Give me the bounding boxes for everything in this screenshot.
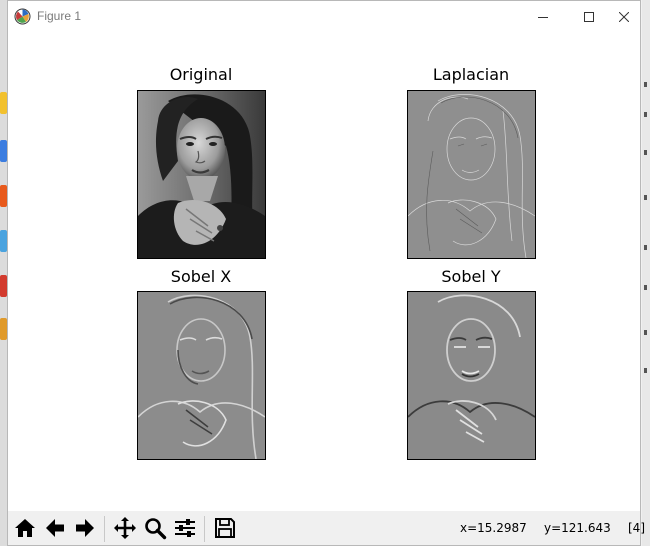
forward-icon [76,519,94,537]
subplot-title-sobel-y: Sobel Y [441,267,501,286]
desktop-app-icon [0,230,7,252]
desktop-app-icon [0,275,7,297]
original-image [137,90,266,259]
close-button[interactable] [601,1,647,33]
matplotlib-icon [14,8,31,25]
laplacian-image [407,90,536,259]
figure-canvas[interactable]: Original Laplacian Sobel X Sobel Y [8,33,640,511]
sobel-x-image [137,291,266,460]
pixel-value-readout: [4] [628,521,645,535]
minimize-icon [538,17,548,18]
subplot-title-laplacian: Laplacian [432,65,510,84]
zoom-icon [145,518,167,540]
sobel-y-image [407,291,536,460]
window-title: Figure 1 [37,9,82,23]
desktop-app-icon [0,92,7,114]
desktop-left-edge [0,0,7,546]
subplot-title-original: Original [169,65,233,84]
desktop-right-edge [642,0,650,546]
home-icon [15,519,35,537]
forward-button[interactable] [71,514,99,542]
minimize-button[interactable] [520,1,566,33]
subplot-title-sobel-x: Sobel X [170,267,232,286]
home-button[interactable] [11,514,39,542]
pan-icon [114,517,136,539]
x-coordinate-readout: x=15.2987 [460,521,527,535]
figure-window: Figure 1 Original Laplacian Sobel X Sobe… [7,0,645,546]
back-button[interactable] [41,514,69,542]
y-coordinate-readout: y=121.643 [544,521,611,535]
maximize-icon [584,12,594,22]
zoom-button[interactable] [141,514,169,542]
save-button[interactable] [211,514,239,542]
pan-button[interactable] [111,514,139,542]
navigation-toolbar: x=15.2987 y=121.643 [4] [8,511,645,545]
desktop-app-icon [0,318,7,340]
title-bar[interactable]: Figure 1 [8,1,640,33]
desktop-app-icon [0,185,7,207]
close-icon [619,12,629,22]
configure-subplots-icon [175,519,195,537]
configure-subplots-button[interactable] [171,514,199,542]
back-icon [46,519,64,537]
desktop-app-icon [0,140,7,162]
save-icon [215,518,235,538]
